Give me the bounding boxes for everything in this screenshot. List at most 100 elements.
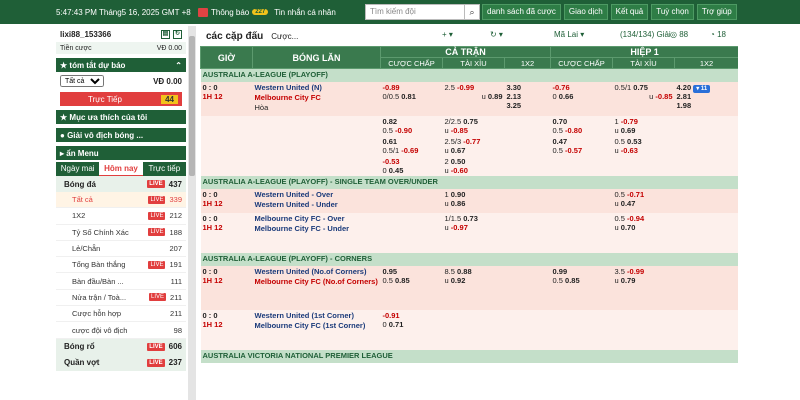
league-header[interactable]: AUSTRALIA A-LEAGUE (PLAYOFF) - SINGLE TE…	[200, 175, 738, 189]
refresh-icon[interactable]: ↻ ▾	[490, 30, 503, 39]
sidebar-scrollbar[interactable]	[188, 26, 196, 400]
nav-button[interactable]: Giao dịch	[563, 4, 608, 20]
home-team: Western United - Over	[254, 189, 334, 199]
market-item[interactable]: Nửa trận / Toà... LIVE 211	[56, 290, 186, 307]
market-name: Nửa trận / Toà...	[72, 292, 127, 302]
search-icon[interactable]: ⌕	[464, 4, 480, 20]
search-input[interactable]: Tìm kiếm đội	[365, 4, 465, 20]
leagues-filter[interactable]: (134/134) Giải	[620, 30, 671, 39]
sport-name: Bóng rổ	[64, 342, 95, 352]
away-team: Melbourne City FC	[254, 92, 321, 102]
slip-value: VĐ 0.00	[153, 76, 182, 86]
away-team: Western United - Under	[254, 199, 338, 209]
wallet-icon[interactable]: ▤	[161, 29, 170, 39]
slip-select[interactable]: Tất cả	[60, 75, 104, 87]
home-team: Western United (1st Corner)	[254, 310, 354, 320]
col-time: GIỜ	[200, 46, 253, 69]
market-item[interactable]: cược đội vô địch 98	[56, 322, 186, 339]
sport-count: 606	[168, 342, 182, 352]
nav-button[interactable]: Tuỳ chọn	[651, 4, 694, 20]
market-item[interactable]: 1X2 LIVE 212	[56, 208, 186, 225]
match-clock: 1H 12	[202, 275, 223, 285]
league-header[interactable]: AUSTRALIA A-LEAGUE (PLAYOFF)	[200, 68, 738, 82]
league-header[interactable]: AUSTRALIA VICTORIA NATIONAL PREMIER LEAG…	[200, 349, 738, 363]
chevron-icon: ⌃	[175, 60, 182, 70]
credit-value: VĐ 0.00	[156, 44, 182, 52]
tab-day[interactable]: Hôm nay	[99, 162, 143, 176]
league-header[interactable]: AUSTRALIA A-LEAGUE (PLAYOFF) - CORNERS	[200, 252, 738, 266]
score: 0 : 0	[202, 310, 218, 320]
nav-button[interactable]: Kết quả	[610, 4, 649, 20]
league-name: AUSTRALIA A-LEAGUE (PLAYOFF) - CORNERS	[202, 253, 373, 263]
market-name: Tổng Bàn thắng	[72, 260, 126, 270]
championship-header[interactable]: ● Giải vô địch bóng ...	[56, 128, 186, 142]
market-item[interactable]: Lẻ/Chẵn 207	[56, 241, 186, 258]
away-team: Melbourne City FC - Under	[254, 223, 350, 233]
live-count: 44	[161, 94, 178, 104]
home-team: Melbourne City FC - Over	[254, 213, 345, 223]
hdp-odds-h1[interactable]: -0.76 0 0.66	[551, 82, 613, 116]
market-count: 207	[169, 244, 182, 254]
sport-item[interactable]: Bóng đá LIVE 437	[56, 176, 186, 192]
username: lixi88_153366	[60, 29, 112, 39]
nav-button[interactable]: Trợ giúp	[696, 4, 737, 20]
market-item[interactable]: Cược hỗn hợp 211	[56, 306, 186, 323]
tab-day[interactable]: Trực tiếp	[142, 162, 186, 176]
market-item[interactable]: Tỷ Số Chính Xác LIVE 188	[56, 225, 186, 241]
market-name: 1X2	[72, 211, 86, 221]
credit-label: Tiền cược	[60, 44, 92, 52]
hide-menu-header[interactable]: ▸ ẩn Menu	[56, 146, 186, 160]
col-full: CẢ TRẬN	[379, 46, 552, 58]
bet-slip-header[interactable]: ★ tóm tắt dự báo ⌃	[56, 58, 186, 72]
tab-day[interactable]: Ngày mai	[56, 162, 100, 176]
match-time: 0 : 0 1H 12	[201, 82, 253, 116]
match-teams[interactable]: Western United (1st Corner) Melbourne Cit…	[253, 310, 381, 350]
add-icon[interactable]: + ▾	[442, 30, 453, 39]
live-badge: LIVE	[148, 228, 166, 237]
market-item[interactable]: Bàn đầu/Bàn ... 111	[56, 273, 186, 290]
bet-type-select[interactable]: Cược...	[271, 32, 298, 41]
live-counter: ◎ 88	[670, 30, 689, 39]
market-item[interactable]: Tất cả LIVE 339	[56, 192, 186, 209]
hdp-odds[interactable]: -0.89 0/0.5 0.81	[381, 82, 443, 116]
live-counter-value: 88	[679, 30, 689, 39]
score: 0 : 0	[202, 213, 218, 223]
favorites-header[interactable]: ★ Mục ưa thích của tôi	[56, 110, 186, 124]
col-ou-h1: TÀI XỈU	[612, 57, 676, 69]
star-icon: ★	[60, 60, 70, 70]
match-clock: 1H 12	[202, 319, 223, 329]
1x2-odds-h1[interactable]: 4.20 ▾ 11 2.81 1.98	[675, 82, 738, 116]
live-badge: LIVE	[147, 358, 165, 367]
live-badge: LIVE	[148, 260, 166, 269]
match-teams[interactable]: Melbourne City FC - Over Melbourne City F…	[253, 213, 381, 253]
nav-button[interactable]: danh sách đã cược	[482, 4, 561, 20]
sport-item[interactable]: Bóng rổ LIVE 606	[56, 338, 186, 355]
sport-count: 237	[168, 358, 182, 368]
refresh-icon[interactable]: ↻	[173, 29, 182, 39]
market-count: 212	[169, 211, 182, 221]
live-badge: LIVE	[147, 180, 165, 188]
match-teams[interactable]: Western United (No.of Corners) Melbourne …	[253, 266, 381, 310]
market-count: 98	[173, 325, 182, 335]
bet-slip-row: Tất cả VĐ 0.00	[56, 72, 186, 90]
live-button[interactable]: Trực Tiếp 44	[60, 92, 182, 106]
match-teams[interactable]: Western United (N) Melbourne City FC Hòa	[253, 82, 381, 116]
ou-odds-h1[interactable]: 0.5/1 0.75 u -0.85	[613, 82, 675, 116]
more-bets-button[interactable]: ▾ 11	[693, 84, 711, 93]
mail-icon	[198, 7, 208, 17]
ou-odds[interactable]: 2.5 -0.99 u 0.89	[443, 82, 505, 116]
match-teams[interactable]: Western United - Over Western United - Un…	[253, 189, 381, 213]
fav-counter: ◔ 18	[710, 30, 726, 39]
sport-item[interactable]: Quần vợt LIVE 237	[56, 354, 186, 371]
col-ou: TÀI XỈU	[442, 57, 505, 69]
personal-messages[interactable]: Tin nhắn cá nhân	[274, 8, 336, 17]
match-clock: 1H 12	[202, 91, 223, 101]
1x2-odds[interactable]: 3.30 2.13 3.25	[505, 82, 551, 116]
notifications[interactable]: Thông báo 227	[198, 7, 269, 17]
odds-type[interactable]: Mã Lai ▾	[554, 30, 584, 39]
market-item[interactable]: Tổng Bàn thắng LIVE 191	[56, 257, 186, 274]
scroll-thumb[interactable]	[189, 36, 195, 176]
score: 0 : 0	[202, 266, 218, 276]
col-1x2: 1X2	[503, 57, 552, 69]
live-label: Trực Tiếp	[88, 94, 122, 104]
